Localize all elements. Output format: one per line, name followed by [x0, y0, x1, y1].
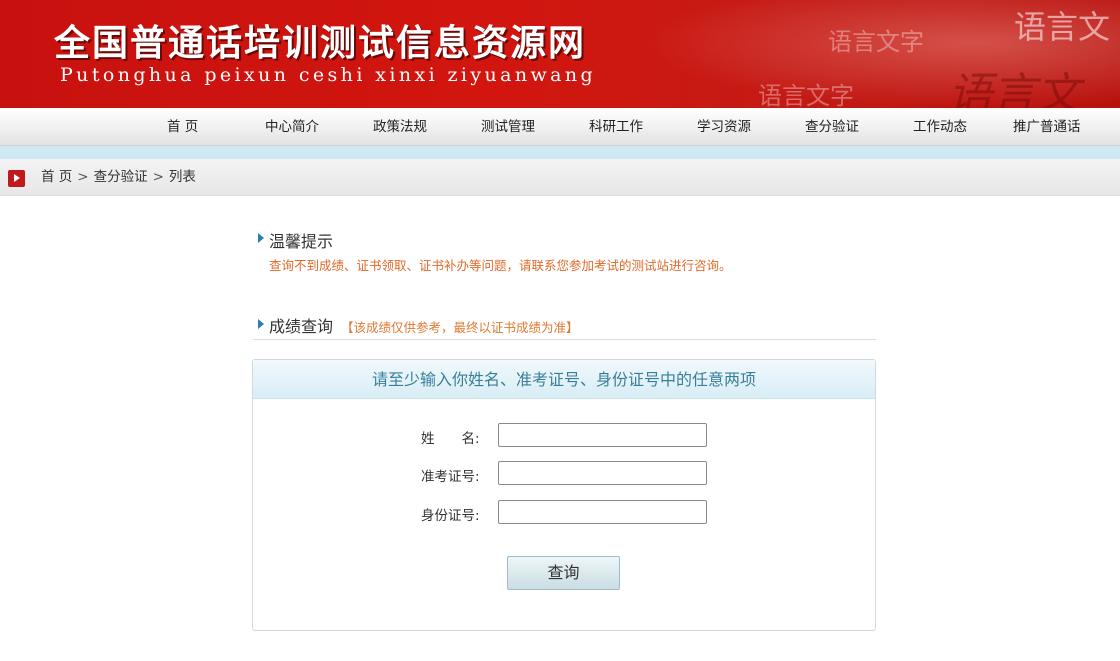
- section-divider: [253, 339, 876, 340]
- tip-text: 查询不到成绩、证书领取、证书补办等问题，请联系您参加考试的测试站进行咨询。: [269, 258, 732, 273]
- play-icon: [8, 170, 25, 187]
- name-input[interactable]: [498, 423, 707, 447]
- nav-item-test-management[interactable]: 测试管理: [481, 108, 535, 146]
- nav-item-news[interactable]: 工作动态: [913, 108, 967, 146]
- site-title-pinyin: Putonghua peixun ceshi xinxi ziyuanwang: [60, 64, 597, 86]
- banner-decoration: 语言文: [1013, 8, 1110, 46]
- score-query-form: 请至少输入你姓名、准考证号、身份证号中的任意两项 姓 名: 准考证号: 身份证号…: [252, 359, 876, 631]
- query-button[interactable]: 查询: [507, 556, 620, 590]
- breadcrumb-current: 列表: [168, 169, 196, 185]
- nav-item-home[interactable]: 首 页: [167, 108, 198, 146]
- tip-title: 温馨提示: [269, 232, 334, 251]
- ticket-label: 准考证号:: [421, 469, 480, 485]
- name-label: 姓 名:: [421, 431, 480, 447]
- id-label: 身份证号:: [421, 508, 480, 524]
- breadcrumb-score-verify[interactable]: 查分验证: [94, 169, 148, 185]
- main-nav: 首 页 中心简介 政策法规 测试管理 科研工作 学习资源 查分验证 工作动态 推…: [0, 108, 1120, 146]
- ticket-number-input[interactable]: [498, 461, 707, 485]
- banner-decoration: 语言文字: [758, 82, 854, 108]
- query-title: 成绩查询: [269, 317, 334, 336]
- breadcrumb-bar: 首 页 > 查分验证 > 列表: [0, 159, 1120, 196]
- header-banner: 语言文字 语言文字 语言文 语言文 全国普通话培训测试信息资源网 Putongh…: [0, 0, 1120, 108]
- query-section-title: 成绩查询 【该成绩仅供参考，最终以证书成绩为准】: [269, 313, 579, 337]
- form-header: 请至少输入你姓名、准考证号、身份证号中的任意两项: [253, 360, 875, 399]
- breadcrumb: 首 页 > 查分验证 > 列表: [41, 159, 196, 196]
- divider-stripe: [0, 146, 1120, 159]
- site-title: 全国普通话培训测试信息资源网: [54, 23, 587, 64]
- breadcrumb-separator: >: [152, 169, 164, 185]
- triangle-bullet-icon: [258, 233, 264, 243]
- breadcrumb-home[interactable]: 首 页: [41, 169, 72, 185]
- banner-decoration: 语言文: [948, 69, 1080, 108]
- nav-item-research[interactable]: 科研工作: [589, 108, 643, 146]
- nav-item-about[interactable]: 中心简介: [265, 108, 319, 146]
- id-number-input[interactable]: [498, 500, 707, 524]
- nav-item-score-verify[interactable]: 查分验证: [805, 108, 859, 146]
- breadcrumb-separator: >: [77, 169, 89, 185]
- query-note: 【该成绩仅供参考，最终以证书成绩为准】: [341, 320, 579, 335]
- nav-item-policy[interactable]: 政策法规: [373, 108, 427, 146]
- nav-item-learning[interactable]: 学习资源: [697, 108, 751, 146]
- banner-decoration: 语言文字: [828, 28, 924, 56]
- nav-item-promotion[interactable]: 推广普通话: [1013, 108, 1081, 146]
- triangle-bullet-icon: [258, 319, 264, 329]
